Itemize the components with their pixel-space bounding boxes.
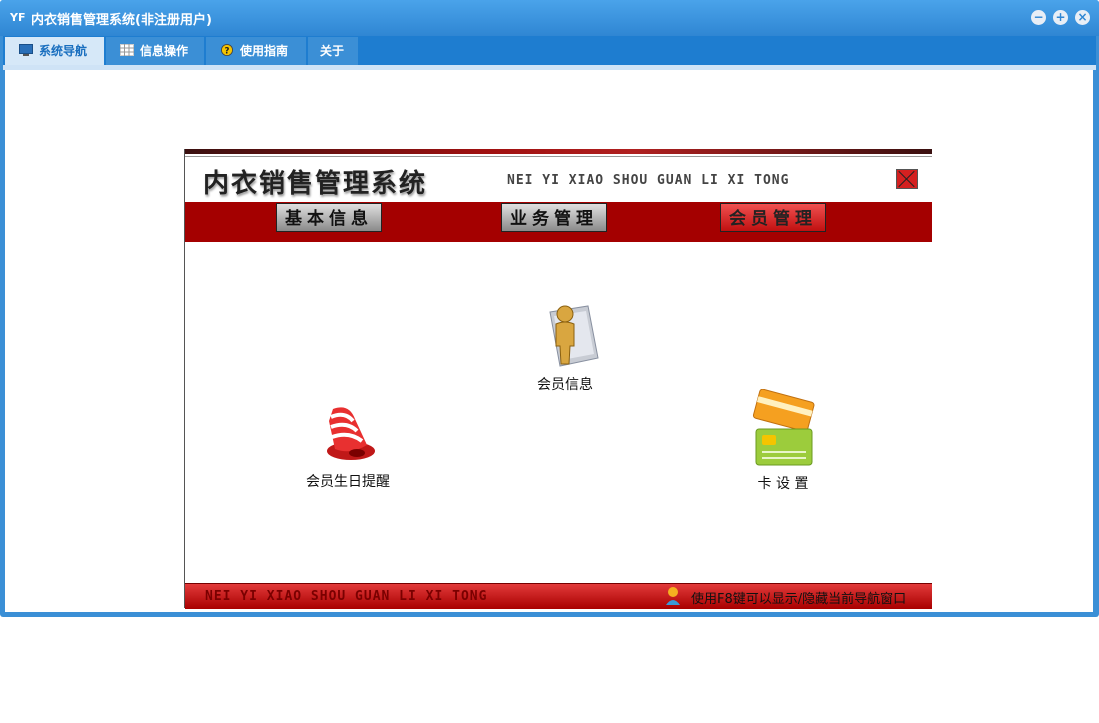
tab-label: 信息操作 <box>140 44 189 58</box>
system-pinyin: NEI YI XIAO SHOU GUAN LI XI TONG <box>507 173 790 188</box>
tab-label: 系统导航 <box>39 44 88 58</box>
monitor-icon <box>19 44 33 56</box>
member-person-icon <box>549 305 599 367</box>
app-window: YF 内衣销售管理系统(非注册用户) − + × 系统导航 信息操作 ? 使用指… <box>0 0 1099 617</box>
card-settings-label: 卡 设 置 <box>757 476 809 492</box>
grid-icon <box>120 44 134 56</box>
tab-label: 关于 <box>320 44 345 58</box>
panel-tab-bar: 基本信息 业务管理 会员管理 <box>185 202 932 242</box>
card-settings-button[interactable]: 卡 设 置 <box>743 388 823 493</box>
bell-icon <box>327 407 375 460</box>
app-logo-icon: YF <box>10 11 26 24</box>
member-info-label: 会员信息 <box>537 377 593 393</box>
tab-label: 使用指南 <box>240 44 289 58</box>
navigation-panel: 内衣销售管理系统 NEI YI XIAO SHOU GUAN LI XI TON… <box>184 149 932 609</box>
title-bar: YF 内衣销售管理系统(非注册用户) − + × <box>0 0 1099 36</box>
tab-system-navigation[interactable]: 系统导航 <box>5 37 104 65</box>
system-title: 内衣销售管理系统 <box>203 169 428 199</box>
user-hint-icon <box>666 587 680 605</box>
svg-text:?: ? <box>225 46 230 56</box>
help-icon: ? <box>221 44 233 56</box>
menu-bar: 系统导航 信息操作 ? 使用指南 关于 <box>3 36 1096 65</box>
birthday-reminder-label: 会员生日提醒 <box>306 474 390 490</box>
panel-footer: NEI YI XIAO SHOU GUAN LI XI TONG 使用F8键可以… <box>185 583 932 609</box>
close-button[interactable]: × <box>1075 10 1090 25</box>
minimize-button[interactable]: − <box>1031 10 1046 25</box>
window-title: 内衣销售管理系统(非注册用户) <box>31 13 212 28</box>
restore-button[interactable]: + <box>1053 10 1068 25</box>
member-info-button[interactable]: 会员信息 <box>526 302 604 394</box>
panel-close-button[interactable] <box>896 169 918 189</box>
tab-info-operations[interactable]: 信息操作 <box>106 37 204 65</box>
panel-top-border <box>185 149 932 154</box>
tab-basic-info[interactable]: 基本信息 <box>276 203 382 232</box>
birthday-reminder-button[interactable]: 会员生日提醒 <box>293 401 403 491</box>
card-icon <box>752 388 815 466</box>
tab-about[interactable]: 关于 <box>308 37 358 65</box>
panel-top-rule <box>185 156 932 157</box>
tab-member-management[interactable]: 会员管理 <box>720 203 826 232</box>
tab-business-management[interactable]: 业务管理 <box>501 203 607 232</box>
tab-user-guide[interactable]: ? 使用指南 <box>206 37 306 65</box>
footer-pinyin: NEI YI XIAO SHOU GUAN LI XI TONG <box>205 589 488 604</box>
footer-hint-text: 使用F8键可以显示/隐藏当前导航窗口 <box>691 592 907 607</box>
